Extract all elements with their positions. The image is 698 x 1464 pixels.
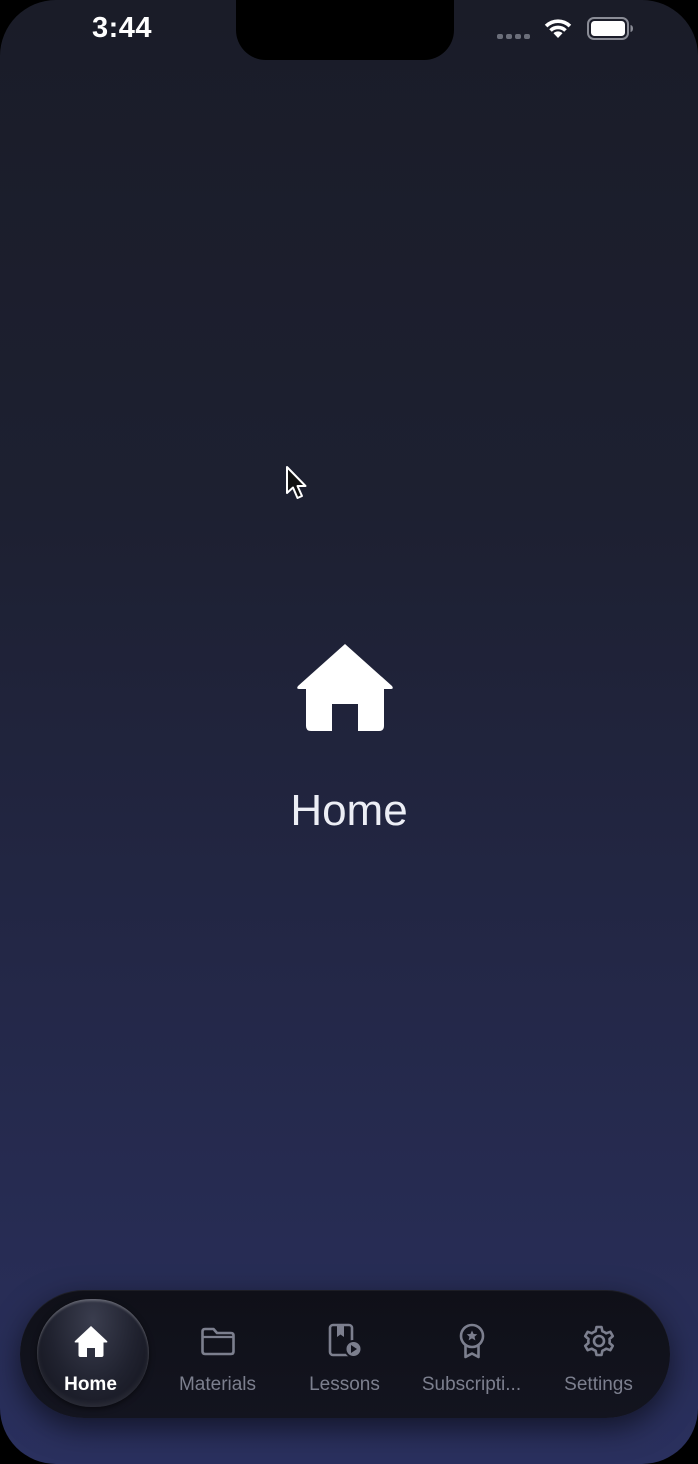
tab-materials[interactable]: Materials (154, 1290, 281, 1418)
page-title: Home (290, 786, 408, 835)
mouse-cursor-icon (286, 466, 307, 499)
award-badge-icon (459, 1323, 484, 1359)
wifi-icon (544, 19, 572, 38)
house-icon (74, 1326, 107, 1357)
dynamic-island (236, 0, 454, 60)
tab-subscriptions[interactable]: Subscripti... (408, 1290, 535, 1418)
tab-label-materials: Materials (178, 1374, 257, 1395)
status-bar: 3:44 (0, 0, 698, 60)
status-time: 3:44 (92, 12, 153, 44)
battery-icon (587, 17, 633, 40)
tab-label-settings: Settings (564, 1374, 633, 1395)
app-screen: 3:44 Home Home Materials Lessons Subscri… (0, 0, 698, 1464)
tab-home[interactable]: Home (27, 1290, 154, 1418)
tab-label-subscriptions: Subscripti... (421, 1374, 522, 1395)
lesson-video-icon (328, 1323, 362, 1358)
tab-settings[interactable]: Settings (535, 1290, 662, 1418)
tab-label-home: Home (64, 1374, 117, 1395)
tab-label-lessons: Lessons (309, 1374, 380, 1395)
folder-icon (200, 1327, 235, 1356)
cellular-signal-icon (497, 34, 530, 39)
tab-bar: Home Materials Lessons Subscripti... Set… (20, 1290, 670, 1418)
gear-icon (583, 1325, 614, 1357)
tab-lessons[interactable]: Lessons (281, 1290, 408, 1418)
house-icon (297, 644, 393, 731)
